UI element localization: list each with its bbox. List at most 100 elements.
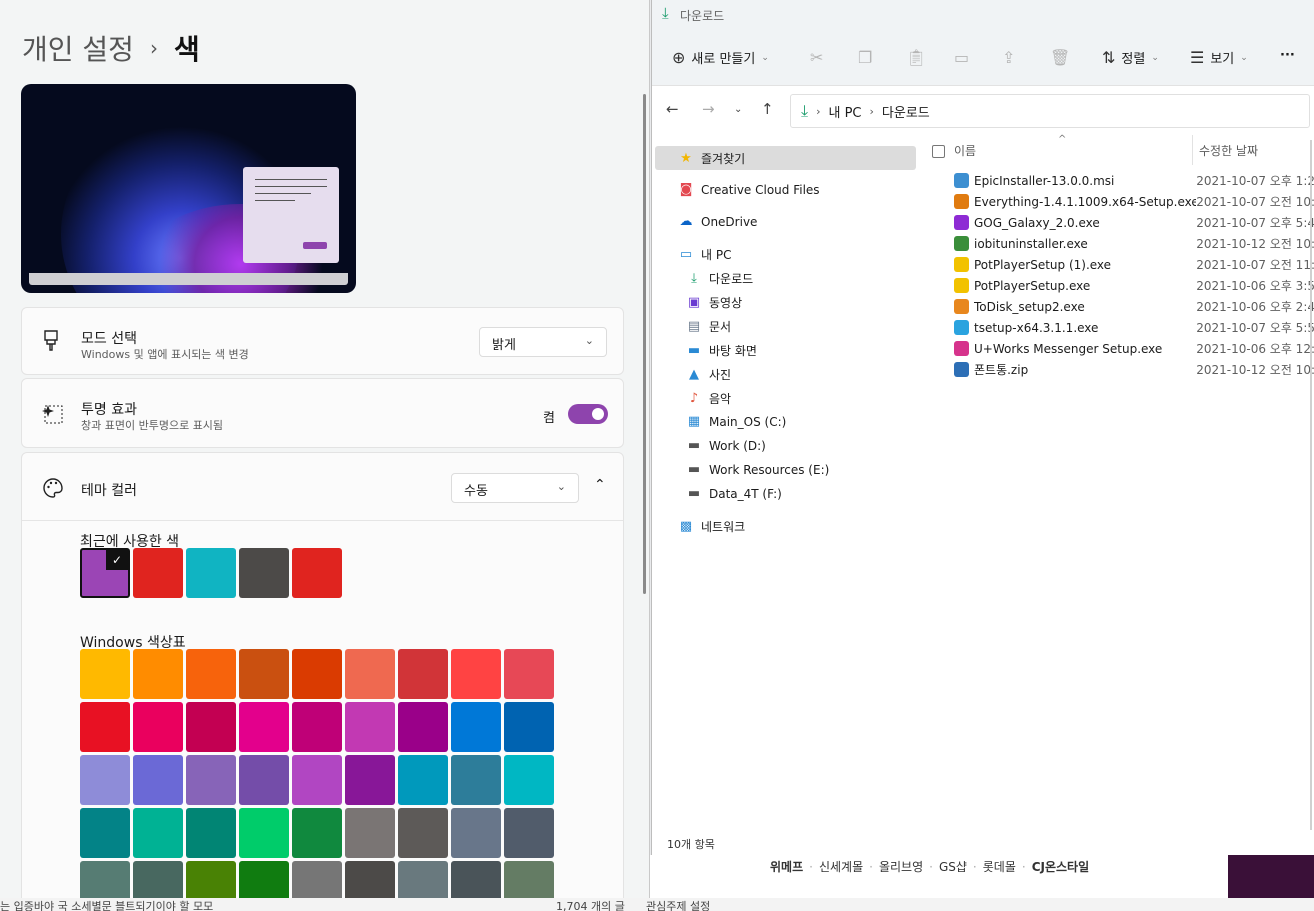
shop-link[interactable]: 신세계몰 — [819, 858, 863, 875]
palette-color-swatch[interactable] — [451, 649, 501, 699]
address-folder[interactable]: 다운로드 — [882, 102, 930, 121]
palette-color-swatch[interactable] — [133, 808, 183, 858]
view-button[interactable]: ☰ 보기 ⌄ — [1190, 48, 1248, 67]
nav-drive-c[interactable]: ▦ Main_OS (C:) — [686, 414, 786, 429]
collapse-chevron-icon[interactable]: ⌃ — [594, 477, 606, 493]
nav-pictures[interactable]: ▲ 사진 — [686, 366, 731, 383]
palette-color-swatch[interactable] — [133, 861, 183, 898]
palette-color-swatch[interactable] — [504, 702, 554, 752]
nav-videos[interactable]: ▣ 동영상 — [686, 294, 742, 311]
palette-color-swatch[interactable] — [345, 702, 395, 752]
column-name[interactable]: 이름 — [954, 142, 976, 159]
palette-color-swatch[interactable] — [80, 861, 130, 898]
palette-color-swatch[interactable] — [292, 808, 342, 858]
file-row[interactable]: iobituninstaller.exe 2021-10-12 오전 10: — [954, 235, 1314, 252]
nav-downloads[interactable]: ⤓ 다운로드 — [686, 270, 753, 287]
palette-color-swatch[interactable] — [239, 808, 289, 858]
transparency-toggle[interactable] — [568, 404, 608, 424]
palette-color-swatch[interactable] — [451, 702, 501, 752]
palette-color-swatch[interactable] — [398, 808, 448, 858]
recent-color-swatch[interactable] — [186, 548, 236, 598]
file-row[interactable]: PotPlayerSetup.exe 2021-10-06 오후 3:5 — [954, 277, 1314, 294]
palette-color-swatch[interactable] — [345, 755, 395, 805]
nav-onedrive[interactable]: ☁ OneDrive — [678, 214, 758, 229]
file-list-scrollbar[interactable] — [1310, 140, 1312, 830]
delete-button[interactable]: 🗑︎ — [1050, 48, 1070, 67]
palette-color-swatch[interactable] — [186, 702, 236, 752]
palette-color-swatch[interactable] — [80, 755, 130, 805]
recent-color-swatch[interactable] — [133, 548, 183, 598]
nav-drive-d[interactable]: ▬ Work (D:) — [686, 438, 766, 453]
palette-color-swatch[interactable] — [186, 755, 236, 805]
palette-color-swatch[interactable] — [239, 649, 289, 699]
palette-color-swatch[interactable] — [504, 649, 554, 699]
file-row[interactable]: EpicInstaller-13.0.0.msi 2021-10-07 오후 1:… — [954, 172, 1314, 189]
palette-color-swatch[interactable] — [239, 755, 289, 805]
palette-color-swatch[interactable] — [292, 755, 342, 805]
file-row[interactable]: U+Works Messenger Setup.exe 2021-10-06 오후… — [954, 340, 1314, 357]
nav-network[interactable]: ▩ 네트워크 — [678, 518, 745, 535]
palette-color-swatch[interactable] — [186, 808, 236, 858]
palette-color-swatch[interactable] — [504, 808, 554, 858]
more-button[interactable]: ··· — [1280, 48, 1295, 63]
recent-color-swatch[interactable] — [292, 548, 342, 598]
address-bar[interactable]: ⤓ › 내 PC › 다운로드 — [790, 94, 1310, 128]
palette-color-swatch[interactable] — [398, 755, 448, 805]
column-date[interactable]: 수정한 날짜 — [1199, 142, 1258, 159]
palette-color-swatch[interactable] — [186, 649, 236, 699]
palette-color-swatch[interactable] — [504, 755, 554, 805]
palette-color-swatch[interactable] — [292, 649, 342, 699]
sort-button[interactable]: ⇅ 정렬 ⌄ — [1102, 48, 1159, 67]
shop-link[interactable]: CJ온스타일 — [1032, 858, 1089, 875]
palette-color-swatch[interactable] — [345, 861, 395, 898]
interest-setting-link[interactable]: 관심주제 설정 — [646, 898, 710, 911]
breadcrumb-parent[interactable]: 개인 설정 — [22, 28, 134, 68]
file-row[interactable]: 폰트통.zip 2021-10-12 오전 10: — [954, 361, 1314, 378]
rename-button[interactable]: ▭ — [954, 48, 969, 67]
recent-chevron-icon[interactable]: ⌄ — [734, 104, 742, 115]
back-arrow-icon[interactable]: ← — [666, 100, 679, 118]
shop-link[interactable]: 위메프 — [770, 858, 803, 875]
shop-link[interactable]: 롯데몰 — [983, 858, 1016, 875]
palette-color-swatch[interactable] — [239, 861, 289, 898]
palette-color-swatch[interactable] — [186, 861, 236, 898]
palette-color-swatch[interactable] — [451, 808, 501, 858]
up-arrow-icon[interactable]: ↑ — [761, 100, 774, 118]
nav-documents[interactable]: ▤ 문서 — [686, 318, 731, 335]
paste-button[interactable]: 📋︎ — [906, 48, 926, 67]
nav-creative-cloud[interactable]: ◙ Creative Cloud Files — [678, 182, 820, 197]
palette-color-swatch[interactable] — [292, 702, 342, 752]
file-row[interactable]: Everything-1.4.1.1009.x64-Setup.exe 2021-… — [954, 193, 1314, 210]
recent-color-swatch[interactable] — [239, 548, 289, 598]
nav-quick-access[interactable]: ★ 즐겨찾기 — [678, 150, 745, 167]
nav-music[interactable]: ♪ 음악 — [686, 390, 731, 407]
share-button[interactable]: ⇪ — [1002, 48, 1015, 67]
nav-desktop[interactable]: ▬ 바탕 화면 — [686, 342, 757, 359]
palette-color-swatch[interactable] — [504, 861, 554, 898]
palette-color-swatch[interactable] — [239, 702, 289, 752]
file-row[interactable]: tsetup-x64.3.1.1.exe 2021-10-07 오후 5:5 — [954, 319, 1314, 336]
palette-color-swatch[interactable] — [451, 861, 501, 898]
settings-scrollbar[interactable] — [643, 94, 646, 594]
theme-color-dropdown[interactable]: 수동 ⌄ — [451, 473, 579, 503]
address-pc[interactable]: 내 PC — [828, 102, 861, 121]
new-button[interactable]: ⊕ 새로 만들기 ⌄ — [672, 48, 769, 67]
palette-color-swatch[interactable] — [345, 649, 395, 699]
mode-dropdown[interactable]: 밝게 ⌄ — [479, 327, 607, 357]
palette-color-swatch[interactable] — [345, 808, 395, 858]
file-row[interactable]: GOG_Galaxy_2.0.exe 2021-10-07 오후 5:4 — [954, 214, 1314, 231]
file-row[interactable]: PotPlayerSetup (1).exe 2021-10-07 오전 11: — [954, 256, 1314, 273]
shop-link[interactable]: 올리브영 — [879, 858, 923, 875]
palette-color-swatch[interactable] — [80, 808, 130, 858]
nav-drive-f[interactable]: ▬ Data_4T (F:) — [686, 486, 782, 501]
cut-button[interactable]: ✂ — [810, 48, 823, 67]
palette-color-swatch[interactable] — [398, 649, 448, 699]
palette-color-swatch[interactable] — [133, 649, 183, 699]
column-divider[interactable] — [1192, 135, 1193, 165]
select-all-checkbox[interactable] — [932, 145, 945, 158]
shop-link[interactable]: GS샵 — [939, 858, 967, 875]
forward-arrow-icon[interactable]: → — [702, 100, 715, 118]
palette-color-swatch[interactable] — [133, 702, 183, 752]
palette-color-swatch[interactable] — [80, 649, 130, 699]
palette-color-swatch[interactable] — [133, 755, 183, 805]
